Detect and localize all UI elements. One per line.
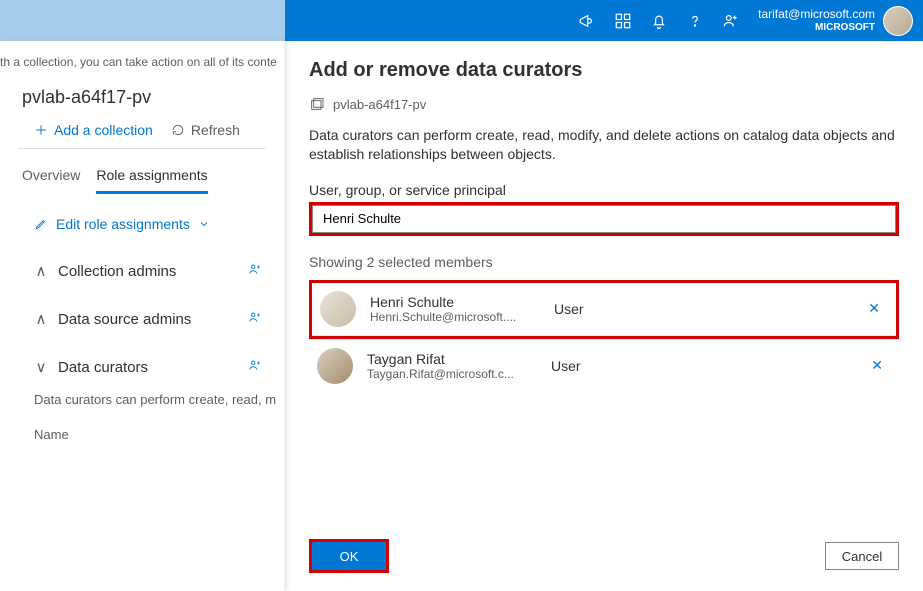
section-data-source-admins[interactable]: ∧ Data source admins [0,290,284,338]
member-email: Taygan.Rifat@microsoft.c... [367,367,537,381]
section-label: Data curators [58,359,238,376]
user-email: tarifat@microsoft.com [758,8,875,21]
section-label: Data source admins [58,311,238,328]
member-type: User [551,358,851,374]
panel-title: Add or remove data curators [309,59,899,82]
top-bar: tarifat@microsoft.com MICROSOFT [0,0,923,41]
megaphone-icon[interactable] [578,12,596,30]
member-main: Taygan Rifat Taygan.Rifat@microsoft.c... [367,351,537,381]
feedback-icon[interactable] [722,12,740,30]
principal-search-highlight [309,202,899,236]
user-avatar[interactable] [883,6,913,36]
add-person-icon[interactable] [248,310,262,328]
topbar-right: tarifat@microsoft.com MICROSOFT [578,0,923,41]
help-icon[interactable] [686,12,704,30]
name-column-header: Name [0,407,284,442]
panel-context: pvlab-a64f17-pv [309,96,899,112]
add-collection-button[interactable]: Add a collection [34,122,153,138]
collection-icon [309,96,325,112]
remove-member-button[interactable]: ✕ [862,296,886,321]
user-org: MICROSOFT [815,22,875,33]
edit-role-assignments[interactable]: Edit role assignments [0,194,284,242]
member-main: Henri Schulte Henri.Schulte@microsoft...… [370,294,540,324]
cancel-button[interactable]: Cancel [825,542,899,570]
chevron-up-icon: ∧ [34,310,48,328]
tab-role-assignments[interactable]: Role assignments [96,167,207,194]
member-highlight: Henri Schulte Henri.Schulte@microsoft...… [309,280,899,339]
plus-icon [34,123,48,137]
pencil-icon [34,217,48,231]
ok-button[interactable]: OK [312,542,386,570]
section-label: Collection admins [58,263,238,280]
member-email: Henri.Schulte@microsoft.... [370,310,540,324]
ok-highlight: OK [309,539,389,573]
topbar-breadcrumb-area [0,0,285,41]
chevron-up-icon: ∧ [34,262,48,280]
chevron-down-icon [198,218,210,230]
principal-field-label: User, group, or service principal [309,182,899,198]
section-collection-admins[interactable]: ∧ Collection admins [0,242,284,290]
principal-search-input[interactable] [312,205,896,233]
collection-toolbar: Add a collection Refresh [0,118,284,148]
member-row: Taygan Rifat Taygan.Rifat@microsoft.c...… [309,339,899,392]
left-pane: th a collection, you can take action on … [0,41,285,591]
apps-icon[interactable] [614,12,632,30]
member-name: Taygan Rifat [367,351,537,367]
member-name: Henri Schulte [370,294,540,310]
data-curators-desc: Data curators can perform create, read, … [0,386,284,407]
add-person-icon[interactable] [248,358,262,376]
user-block[interactable]: tarifat@microsoft.com MICROSOFT [758,8,875,32]
member-row: Henri Schulte Henri.Schulte@microsoft...… [312,283,896,336]
member-summary: Showing 2 selected members [309,254,899,270]
context-hint: th a collection, you can take action on … [0,41,284,83]
member-avatar [317,348,353,384]
tabs: Overview Role assignments [0,149,284,194]
refresh-icon [171,123,185,137]
add-person-icon[interactable] [248,262,262,280]
role-panel: Add or remove data curators pvlab-a64f17… [285,41,923,591]
panel-description: Data curators can perform create, read, … [309,126,899,164]
tab-overview[interactable]: Overview [22,167,80,194]
add-collection-label: Add a collection [54,122,153,138]
member-avatar [320,291,356,327]
chevron-down-icon: ∨ [34,358,48,376]
edit-role-assignments-label: Edit role assignments [56,216,190,232]
refresh-button[interactable]: Refresh [171,122,240,138]
bell-icon[interactable] [650,12,668,30]
refresh-label: Refresh [191,122,240,138]
remove-member-button[interactable]: ✕ [865,353,889,378]
collection-name: pvlab-a64f17-pv [0,83,284,118]
panel-footer: OK Cancel [309,539,899,573]
top-icons [578,12,758,30]
panel-context-name: pvlab-a64f17-pv [333,97,426,112]
section-data-curators[interactable]: ∨ Data curators [0,338,284,386]
member-type: User [554,301,848,317]
